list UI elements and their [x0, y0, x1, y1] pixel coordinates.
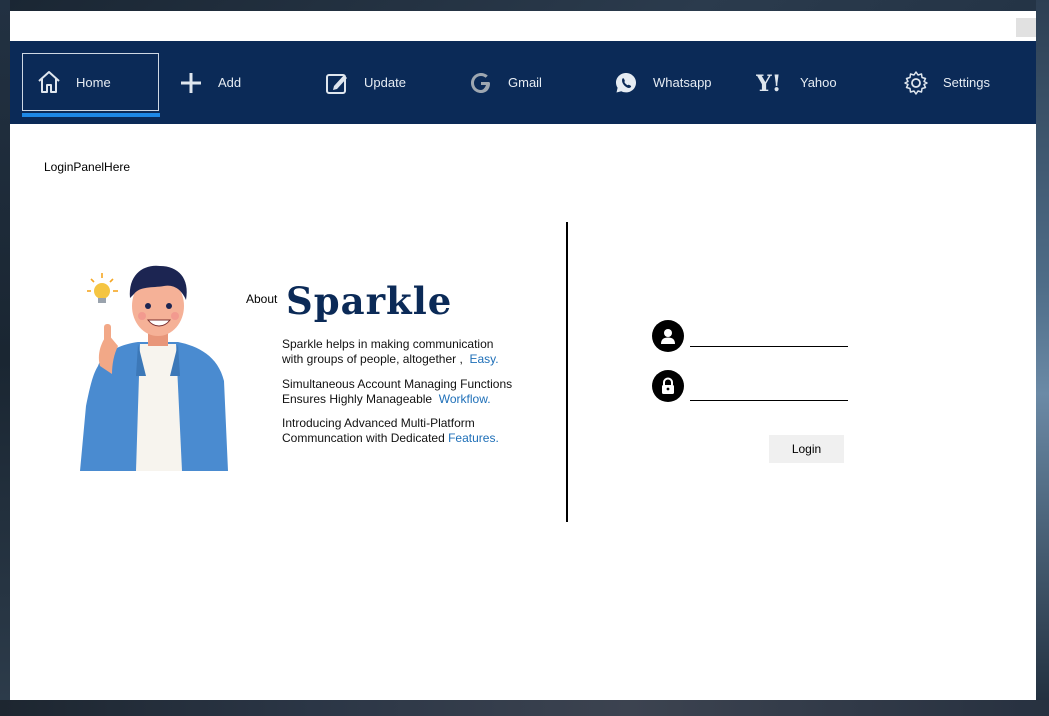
yahoo-icon: Y! [756, 68, 788, 98]
nav-item-label: Home [76, 74, 111, 90]
about-label: About [246, 292, 278, 306]
nav-item-add[interactable]: Add [176, 41, 241, 124]
nav-item-label: Settings [943, 75, 990, 90]
paragraph-line: Simultaneous Account Managing Functions [282, 377, 513, 391]
paragraph-line: Ensures Highly Manageable Workflow. [282, 392, 512, 407]
paragraph-line: Communcation with Dedicated Features. [282, 431, 499, 446]
desktop-background-bottom [0, 700, 1049, 716]
brand-title: Sparkle [286, 279, 453, 323]
password-field[interactable] [690, 377, 848, 401]
feature-paragraph: Introducing Advanced Multi-Platform Comm… [282, 416, 499, 446]
nav-item-home[interactable]: Home [22, 53, 159, 111]
nav-item-settings[interactable]: Settings [901, 41, 990, 124]
panel-placeholder-label: LoginPanelHere [44, 160, 131, 174]
login-button[interactable]: Login [769, 435, 844, 463]
nav-item-label: Whatsapp [653, 75, 712, 90]
username-field[interactable] [690, 323, 848, 347]
paragraph-line: Sparkle helps in making communication [282, 337, 494, 351]
app-window: Home Add Update Gmail Whatsapp Y! Yahoo … [10, 11, 1036, 700]
user-icon [652, 320, 684, 352]
top-navigation-bar: Home Add Update Gmail Whatsapp Y! Yahoo … [10, 41, 1036, 124]
paragraph-text: Ensures Highly Manageable [282, 392, 433, 406]
gear-icon [901, 68, 931, 98]
paragraph-line: with groups of people, altogether , Easy… [282, 352, 499, 367]
feature-paragraph: Sparkle helps in making communication wi… [282, 337, 499, 367]
google-icon [466, 68, 496, 98]
vertical-divider [566, 222, 568, 522]
nav-item-yahoo[interactable]: Y! Yahoo [756, 41, 837, 124]
active-tab-indicator [22, 113, 160, 117]
nav-item-label: Add [218, 75, 242, 90]
plus-icon [176, 68, 206, 98]
lock-icon [652, 370, 684, 402]
nav-item-label: Yahoo [800, 75, 837, 90]
nav-item-gmail[interactable]: Gmail [466, 41, 542, 124]
window-control-button[interactable] [1016, 18, 1036, 37]
paragraph-text: with groups of people, altogether , [282, 352, 463, 366]
paragraph-line: Introducing Advanced Multi-Platform [282, 416, 475, 430]
nav-item-whatsapp[interactable]: Whatsapp [611, 41, 712, 124]
title-bar [10, 11, 1036, 41]
home-icon [34, 67, 64, 97]
nav-item-update[interactable]: Update [322, 41, 406, 124]
lightbulb-icon [87, 273, 118, 303]
nav-item-label: Update [364, 75, 406, 90]
whatsapp-icon [611, 68, 641, 98]
highlight-word: Workflow. [438, 392, 491, 406]
highlight-word: Easy. [469, 352, 499, 366]
man-with-lightbulb-illustration [78, 256, 238, 471]
nav-item-label: Gmail [508, 75, 542, 90]
desktop-background-right [1036, 0, 1049, 716]
highlight-word: Features. [448, 431, 499, 445]
desktop-background-left [0, 0, 10, 716]
edit-icon [322, 68, 352, 98]
paragraph-text: Communcation with Dedicated [282, 431, 445, 445]
svg-text:Y!: Y! [756, 71, 781, 96]
feature-paragraph: Simultaneous Account Managing Functions … [282, 377, 512, 407]
